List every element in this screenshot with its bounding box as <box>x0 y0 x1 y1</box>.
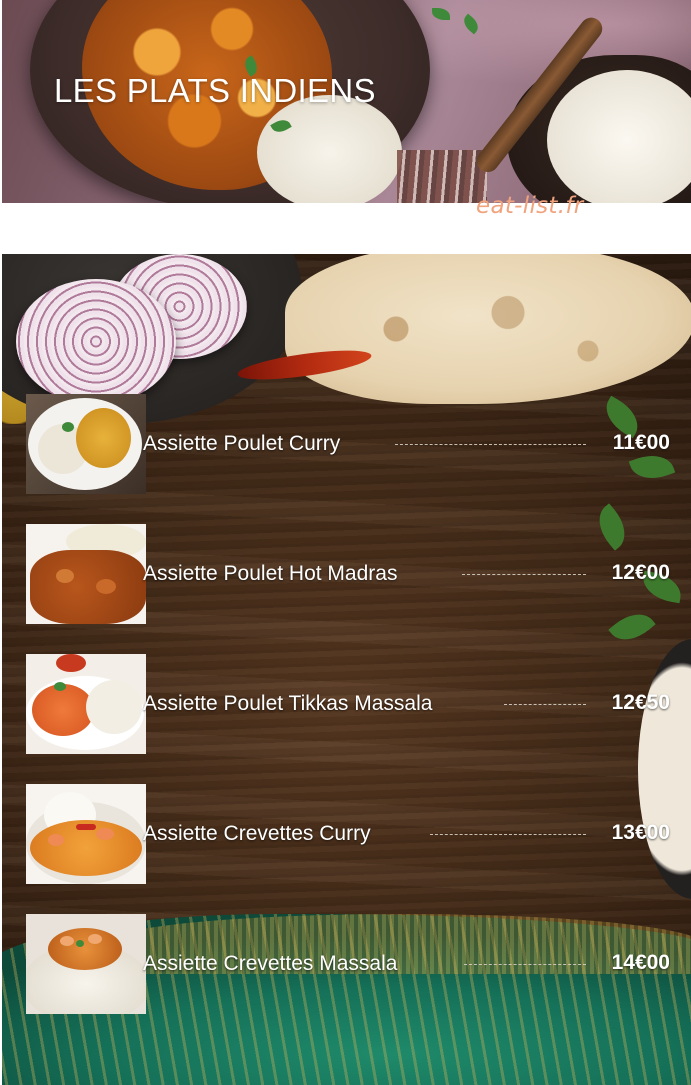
dish-name: Assiette Poulet Hot Madras <box>143 562 398 585</box>
herb-leaf-icon <box>432 8 450 20</box>
dish-thumbnail <box>26 654 146 754</box>
dish-price: 11€00 <box>612 431 670 454</box>
dotted-leader <box>430 834 586 835</box>
menu-item[interactable]: Assiette Poulet Tikkas Massala 12€50 <box>26 654 674 754</box>
menu-item[interactable]: Assiette Crevettes Massala 14€00 <box>26 914 674 1014</box>
dish-thumbnail <box>26 394 146 494</box>
dish-thumbnail <box>26 524 146 624</box>
dish-price: 13€00 <box>611 821 670 844</box>
dish-thumbnail <box>26 784 146 884</box>
dish-price: 14€00 <box>611 951 670 974</box>
header-banner: LES PLATS INDIENS <box>2 0 691 203</box>
cloth-image <box>397 150 487 203</box>
dotted-leader <box>462 574 586 575</box>
dish-price: 12€50 <box>611 691 670 714</box>
menu-list: Assiette Poulet Curry 11€00 Assiette Pou… <box>2 254 691 1085</box>
dotted-leader <box>395 444 586 445</box>
menu-board: Assiette Poulet Curry 11€00 Assiette Pou… <box>2 254 691 1085</box>
watermark-text: eat-list.fr <box>476 193 584 219</box>
dotted-leader <box>464 964 586 965</box>
menu-item[interactable]: Assiette Crevettes Curry 13€00 <box>26 784 674 884</box>
dish-name: Assiette Poulet Tikkas Massala <box>143 692 433 715</box>
dish-name: Assiette Crevettes Massala <box>143 952 398 975</box>
menu-item[interactable]: Assiette Poulet Hot Madras 12€00 <box>26 524 674 624</box>
dish-price: 12€00 <box>611 561 670 584</box>
rice-image <box>257 95 402 203</box>
dish-name: Assiette Crevettes Curry <box>143 822 371 845</box>
dish-thumbnail <box>26 914 146 1014</box>
menu-item[interactable]: Assiette Poulet Curry 11€00 <box>26 394 674 494</box>
dish-name: Assiette Poulet Curry <box>143 432 341 455</box>
herb-leaf-icon <box>460 13 482 35</box>
dotted-leader <box>504 704 586 705</box>
page-title: LES PLATS INDIENS <box>54 72 376 109</box>
